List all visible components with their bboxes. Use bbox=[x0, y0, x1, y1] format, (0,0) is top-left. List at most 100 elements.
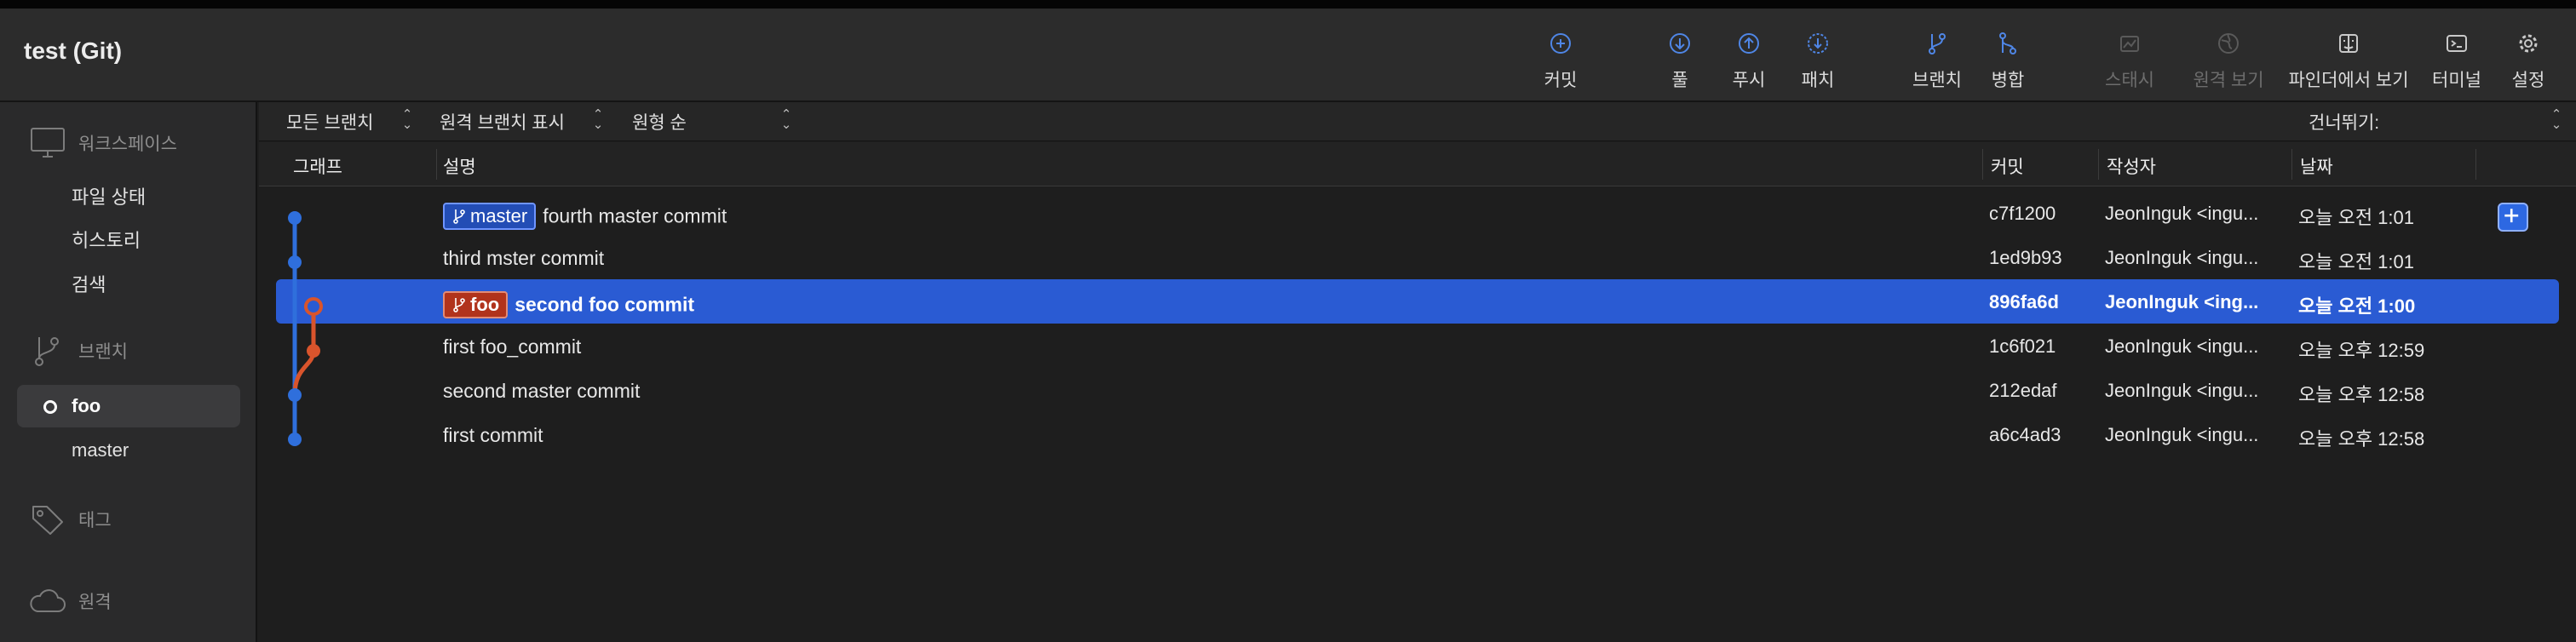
commit-description: master fourth master commit bbox=[443, 203, 727, 230]
fetch-button-label: 패치 bbox=[1801, 71, 1835, 90]
globe-icon bbox=[2218, 33, 2239, 54]
commit-message: fourth master commit bbox=[543, 204, 727, 227]
chevron-updown-icon[interactable]: ⌃ ⌄ bbox=[2550, 108, 2562, 131]
commit-date: 오늘 오후 12:58 bbox=[2298, 384, 2425, 405]
remote-branch-select[interactable]: 원격 브랜치 표시 bbox=[440, 109, 565, 135]
finder-icon bbox=[2339, 34, 2358, 53]
window-title: test (Git) bbox=[24, 37, 123, 64]
chevron-updown-icon: ⌃ ⌄ bbox=[780, 107, 792, 132]
column-divider bbox=[1982, 149, 1983, 180]
commit-row-selected[interactable]: foo second foo commit 896fa6d JeonInguk <… bbox=[259, 279, 2576, 324]
commit-table-header: 그래프 설명 커밋 작성자 날짜 bbox=[259, 142, 2576, 186]
fetch-circle-icon bbox=[1808, 33, 1828, 54]
commit-date: 오늘 오후 12:59 bbox=[2298, 340, 2425, 361]
gear-icon bbox=[2519, 34, 2538, 53]
commit-row[interactable]: third mster commit 1ed9b93 JeonInguk <in… bbox=[259, 235, 2576, 279]
column-divider bbox=[2475, 149, 2476, 180]
window-top-strip bbox=[0, 0, 2576, 9]
commit-hash: a6c4ad3 bbox=[1989, 424, 2061, 445]
branch-icon bbox=[453, 209, 465, 224]
sidebar-section-remotes: 원격 bbox=[29, 584, 112, 618]
merge-button[interactable]: 병합 bbox=[1944, 31, 2072, 92]
sidebar-section-branches: 브랜치 bbox=[29, 334, 128, 368]
sidebar-section-tags: 태그 bbox=[29, 502, 112, 536]
settings-button[interactable]: 설정 bbox=[2464, 31, 2576, 92]
sidebar-branch-foo-label: foo bbox=[72, 395, 101, 416]
chevron-updown-icon: ⌃ ⌄ bbox=[592, 107, 604, 132]
graph-node bbox=[288, 211, 302, 225]
commit-row[interactable]: first commit a6c4ad3 JeonInguk <ingu... … bbox=[259, 412, 2576, 456]
commit-description: foo second foo commit bbox=[443, 291, 694, 318]
branch-label-master[interactable]: master bbox=[443, 203, 537, 230]
branch-label-text: master bbox=[470, 205, 528, 226]
sidebar-item-history[interactable]: 히스토리 bbox=[72, 226, 141, 253]
sidebar-item-file-status[interactable]: 파일 상태 bbox=[72, 182, 146, 209]
commit-button-label: 커밋 bbox=[1544, 71, 1578, 90]
column-header-date[interactable]: 날짜 bbox=[2300, 153, 2333, 179]
plus-icon bbox=[2504, 209, 2519, 223]
toolbar: test (Git) 커밋 풀 푸시 패치 브랜치 병합 스태시 원격 보기 파… bbox=[0, 9, 2576, 102]
commit-date: 오늘 오전 1:01 bbox=[2298, 207, 2415, 228]
commit-date: 오늘 오후 12:58 bbox=[2298, 428, 2425, 450]
fetch-button[interactable]: 패치 bbox=[1754, 31, 1882, 92]
sidebar-section-remotes-label: 원격 bbox=[78, 593, 112, 612]
filter-bar: 모든 브랜치 ⌃ ⌄ 원격 브랜치 표시 ⌃ ⌄ 원형 순 ⌃ ⌄ 건너뛰기: ⌃ ⌄ bbox=[259, 102, 2576, 141]
commit-author: JeonInguk <ingu... bbox=[2105, 424, 2259, 445]
sidebar-section-workspace-label: 워크스페이스 bbox=[78, 135, 177, 154]
commit-message: first foo_commit bbox=[443, 335, 582, 358]
monitor-icon bbox=[31, 128, 65, 158]
column-header-commit[interactable]: 커밋 bbox=[1991, 153, 2024, 179]
column-header-graph[interactable]: 그래프 bbox=[293, 153, 342, 179]
sidebar-item-search[interactable]: 검색 bbox=[72, 270, 106, 297]
sidebar-branch-master[interactable]: master bbox=[72, 439, 129, 461]
graph-node bbox=[307, 344, 320, 358]
column-divider bbox=[436, 149, 437, 180]
branch-label-foo[interactable]: foo bbox=[443, 291, 509, 318]
commit-graph bbox=[288, 211, 323, 446]
merge-icon bbox=[1999, 32, 2016, 54]
commit-hash: 896fa6d bbox=[1989, 291, 2059, 312]
commit-hash: 212edaf bbox=[1989, 380, 2057, 401]
chevron-updown-icon: ⌃ ⌄ bbox=[401, 107, 413, 132]
commit-row[interactable]: first foo_commit 1c6f021 JeonInguk <ingu… bbox=[259, 324, 2576, 368]
graph-node bbox=[288, 255, 302, 269]
commit-row[interactable]: master fourth master commit c7f1200 JeonI… bbox=[259, 191, 2576, 235]
commit-hash: 1ed9b93 bbox=[1989, 247, 2062, 268]
sidebar-section-workspace: 워크스페이스 bbox=[29, 126, 177, 160]
sidebar-branch-foo[interactable]: foo bbox=[17, 385, 240, 427]
branch-label-text: foo bbox=[470, 294, 500, 315]
column-header-description[interactable]: 설명 bbox=[443, 153, 476, 179]
branch-icon bbox=[453, 298, 465, 312]
plus-circle-icon bbox=[1550, 33, 1571, 54]
commit-author: JeonInguk <ingu... bbox=[2105, 203, 2259, 224]
column-divider bbox=[2098, 149, 2099, 180]
commit-date: 오늘 오전 1:01 bbox=[2298, 251, 2415, 272]
current-branch-indicator bbox=[43, 400, 57, 414]
commit-button[interactable]: 커밋 bbox=[1497, 31, 1624, 92]
column-header-author[interactable]: 작성자 bbox=[2107, 153, 2156, 179]
commit-message: first commit bbox=[443, 424, 543, 446]
commit-author: JeonInguk <ingu... bbox=[2105, 247, 2259, 268]
column-divider bbox=[2291, 149, 2292, 180]
sidebar-section-tags-label: 태그 bbox=[78, 511, 112, 530]
show-remote-button-label: 원격 보기 bbox=[2193, 71, 2264, 90]
show-remote-button[interactable]: 원격 보기 bbox=[2165, 31, 2292, 92]
commit-author: JeonInguk <ingu... bbox=[2105, 380, 2259, 401]
merge-button-label: 병합 bbox=[1991, 71, 2025, 90]
add-button[interactable] bbox=[2498, 203, 2528, 232]
sidebar-section-branches-label: 브랜치 bbox=[78, 342, 128, 362]
commit-message: third mster commit bbox=[443, 247, 605, 269]
commit-message: second foo commit bbox=[515, 293, 695, 316]
branch-icon bbox=[35, 337, 59, 366]
graph-node bbox=[288, 433, 302, 446]
stash-icon bbox=[2120, 36, 2139, 52]
commit-hash: 1c6f021 bbox=[1989, 335, 2056, 357]
cloud-icon bbox=[30, 589, 66, 612]
commit-date: 오늘 오전 1:00 bbox=[2298, 295, 2416, 317]
jump-to-label: 건너뛰기: bbox=[2309, 113, 2380, 133]
commit-message: second master commit bbox=[443, 380, 641, 402]
branch-filter-select[interactable]: 모든 브랜치 bbox=[286, 109, 373, 135]
order-select[interactable]: 원형 순 bbox=[632, 109, 687, 135]
commit-author: JeonInguk <ingu... bbox=[2105, 335, 2259, 357]
commit-row[interactable]: second master commit 212edaf JeonInguk <… bbox=[259, 368, 2576, 412]
